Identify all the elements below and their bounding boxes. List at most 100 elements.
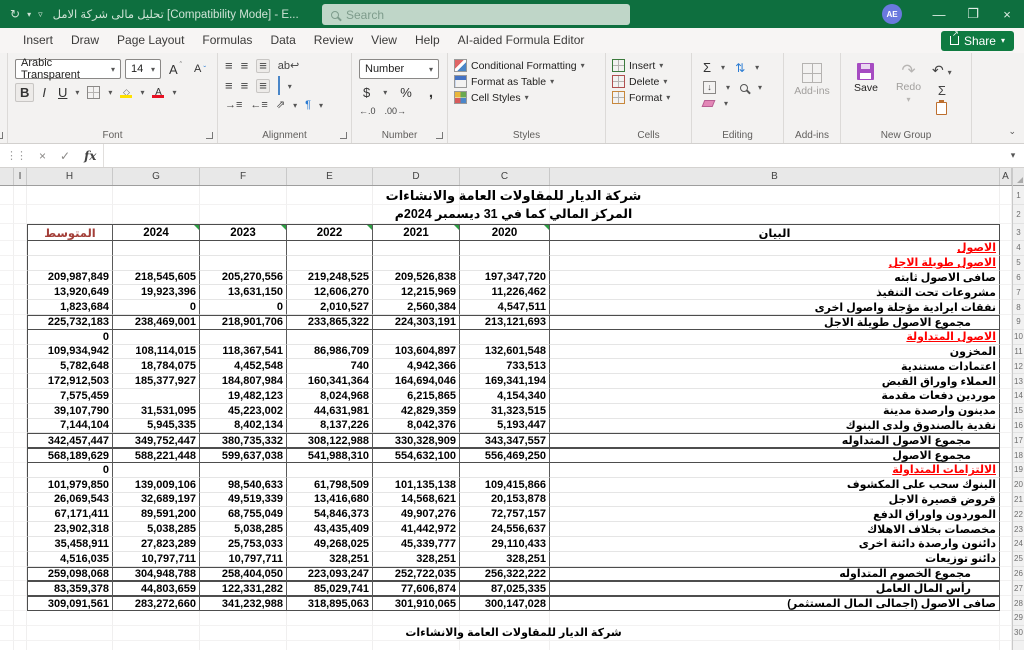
value-cell[interactable]: 39,107,790 xyxy=(27,403,113,419)
cell-edge[interactable] xyxy=(0,403,14,419)
cell-edge[interactable] xyxy=(0,186,14,205)
header-year-2020[interactable]: 2020 xyxy=(460,224,550,241)
clear-button[interactable] xyxy=(699,99,718,108)
row-number-5[interactable]: 5 xyxy=(1013,256,1024,271)
cancel-icon[interactable]: × xyxy=(32,149,53,163)
cell-I4[interactable] xyxy=(14,241,27,256)
tab-data[interactable]: Data xyxy=(261,28,304,53)
value-cell[interactable]: 11,226,462 xyxy=(460,285,550,301)
cell-I19[interactable] xyxy=(14,462,27,478)
cell-I8[interactable] xyxy=(14,300,27,315)
value-cell[interactable] xyxy=(287,241,373,256)
cell-I7[interactable] xyxy=(14,285,27,301)
value-cell[interactable]: 218,901,706 xyxy=(200,314,287,330)
cell-A23[interactable] xyxy=(1000,522,1012,537)
row-label[interactable]: نفقات ايرادية مؤجلة واصول اخرى xyxy=(550,300,1000,315)
fill-color-button[interactable]: ◇ xyxy=(116,86,136,99)
value-cell[interactable]: 219,248,525 xyxy=(287,270,373,286)
cell-A13[interactable] xyxy=(1000,374,1012,389)
cell-edge[interactable] xyxy=(0,388,14,404)
value-cell[interactable]: 213,121,693 xyxy=(460,314,550,330)
row-number-7[interactable]: 7 xyxy=(1013,285,1024,301)
value-cell[interactable] xyxy=(113,462,200,478)
value-cell[interactable]: 85,029,741 xyxy=(287,581,373,597)
value-cell[interactable]: 10,797,711 xyxy=(113,551,200,567)
column-header-A[interactable]: A xyxy=(1000,168,1012,185)
row-number-22[interactable]: 22 xyxy=(1013,507,1024,523)
value-cell[interactable]: 2,010,527 xyxy=(287,300,373,315)
cell-edge[interactable] xyxy=(0,359,14,375)
value-cell[interactable]: 24,556,637 xyxy=(460,522,550,537)
value-cell[interactable]: 68,755,049 xyxy=(200,507,287,523)
row-label[interactable]: المخزون xyxy=(550,344,1000,360)
value-cell[interactable]: 86,986,709 xyxy=(287,344,373,360)
cell-edge[interactable] xyxy=(0,241,14,256)
cell-I30[interactable] xyxy=(14,625,27,641)
cell-A15[interactable] xyxy=(1000,403,1012,419)
cell-A29[interactable] xyxy=(1000,610,1012,626)
value-cell[interactable]: 41,442,972 xyxy=(373,522,460,537)
row-number-16[interactable]: 16 xyxy=(1013,419,1024,434)
value-cell[interactable]: 122,331,282 xyxy=(200,581,287,597)
value-cell[interactable]: 19,923,396 xyxy=(113,285,200,301)
paste-icon[interactable] xyxy=(936,100,948,115)
cell-edge[interactable] xyxy=(0,224,14,241)
number-dialog-launcher-icon[interactable] xyxy=(436,132,443,139)
value-cell[interactable]: 599,637,038 xyxy=(200,448,287,463)
collapse-ribbon-icon[interactable]: ⌄ xyxy=(1008,126,1016,137)
cell-edge[interactable] xyxy=(0,551,14,567)
cell-A30[interactable] xyxy=(1000,625,1012,641)
cell-A21[interactable] xyxy=(1000,492,1012,508)
font-name-combo[interactable]: Arabic Transparent ▾ xyxy=(15,57,122,81)
insert-cells-button[interactable]: Insert ▾ xyxy=(612,59,685,72)
value-cell[interactable]: 169,341,194 xyxy=(460,374,550,389)
cell-D31[interactable] xyxy=(373,640,460,650)
value-cell[interactable]: 83,359,378 xyxy=(27,581,113,597)
value-cell[interactable] xyxy=(27,241,113,256)
font-size-combo[interactable]: 14 ▾ xyxy=(125,59,161,79)
redo-button[interactable]: ↷ Redo ▾ xyxy=(889,61,928,106)
value-cell[interactable]: 4,942,366 xyxy=(373,359,460,375)
value-cell[interactable]: 31,531,095 xyxy=(113,403,200,419)
row-number-4[interactable]: 4 xyxy=(1013,241,1024,256)
shrink-font-button[interactable]: Aˇ xyxy=(190,62,210,76)
cell-A11[interactable] xyxy=(1000,344,1012,360)
decrease-indent-icon[interactable]: ←≡ xyxy=(250,99,267,111)
value-cell[interactable] xyxy=(287,255,373,271)
header-year-2024[interactable]: 2024 xyxy=(113,224,200,241)
formula-bar-expand-icon[interactable]: ▾ xyxy=(1002,150,1024,161)
cell-A17[interactable] xyxy=(1000,433,1012,449)
header-year-2023[interactable]: 2023 xyxy=(200,224,287,241)
cell-edge[interactable] xyxy=(0,462,14,478)
row-label[interactable]: مجموع الخصوم المتداوله xyxy=(550,566,1000,582)
undo-button[interactable]: ↶ ▾ xyxy=(932,62,952,79)
header-year-2022[interactable]: 2022 xyxy=(287,224,373,241)
value-cell[interactable]: 25,753,033 xyxy=(200,536,287,552)
cell-I28[interactable] xyxy=(14,596,27,611)
value-cell[interactable]: 8,402,134 xyxy=(200,418,287,434)
value-cell[interactable]: 108,114,015 xyxy=(113,344,200,360)
value-cell[interactable]: 252,722,035 xyxy=(373,566,460,582)
value-cell[interactable]: 4,452,548 xyxy=(200,359,287,375)
increase-indent-icon[interactable]: →≡ xyxy=(225,99,242,111)
cell-B31[interactable] xyxy=(550,640,1000,650)
cell-A6[interactable] xyxy=(1000,270,1012,286)
tab-formulas[interactable]: Formulas xyxy=(193,28,261,53)
cell-I5[interactable] xyxy=(14,255,27,271)
italic-button[interactable]: I xyxy=(38,84,50,101)
font-dialog-launcher-icon[interactable] xyxy=(206,132,213,139)
value-cell[interactable]: 342,457,447 xyxy=(27,433,113,449)
row-number-10[interactable]: 10 xyxy=(1013,330,1024,345)
row-number-15[interactable]: 15 xyxy=(1013,404,1024,419)
cell-I2[interactable] xyxy=(14,205,27,224)
cell-A28[interactable] xyxy=(1000,596,1012,611)
close-button[interactable]: × xyxy=(990,0,1024,28)
cell-edge[interactable] xyxy=(0,205,14,224)
cell-edge[interactable] xyxy=(0,329,14,345)
cell-F31[interactable] xyxy=(200,640,287,650)
row-number-26[interactable]: 26 xyxy=(1013,567,1024,582)
value-cell[interactable]: 98,540,633 xyxy=(200,477,287,493)
tab-page-layout[interactable]: Page Layout xyxy=(108,28,193,53)
value-cell[interactable]: 568,189,629 xyxy=(27,448,113,463)
row-number-23[interactable]: 23 xyxy=(1013,522,1024,537)
